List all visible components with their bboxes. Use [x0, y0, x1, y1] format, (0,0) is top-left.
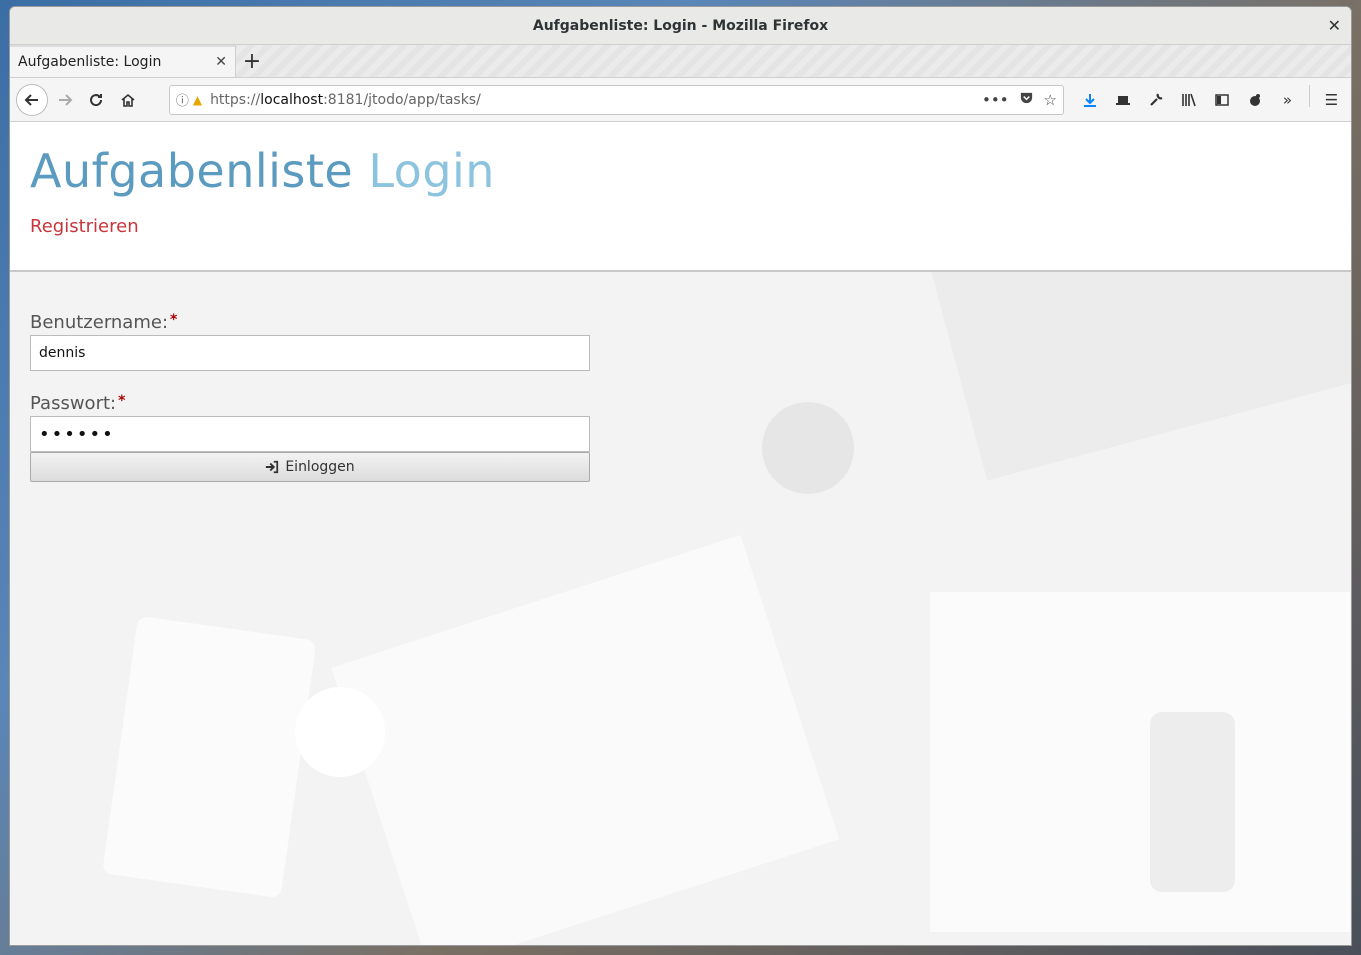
required-mark: *: [118, 393, 126, 409]
toolbar-separator: [1309, 84, 1310, 107]
page-title: Aufgabenliste Login: [30, 144, 1331, 198]
tab-bar: Aufgabenliste: Login ✕ +: [10, 45, 1351, 78]
pocket-icon[interactable]: [1019, 90, 1034, 109]
info-icon[interactable]: ⓘ: [176, 90, 189, 109]
username-label: Benutzername: *: [30, 312, 178, 333]
nav-bar: ⓘ ▲ https://localhost:8181/jtodo/app/tas…: [10, 78, 1351, 122]
downloads-icon[interactable]: [1074, 85, 1105, 115]
tab-close-icon[interactable]: ✕: [215, 54, 227, 70]
wrench-icon[interactable]: [1140, 85, 1171, 115]
back-arrow-icon: [24, 93, 38, 106]
home-icon: [121, 93, 135, 107]
page-title-accent: Login: [368, 144, 495, 198]
sign-in-icon: [266, 460, 279, 474]
overflow-chevron-icon[interactable]: »: [1272, 85, 1303, 115]
menu-hamburger-icon[interactable]: ☰: [1316, 85, 1347, 115]
required-mark: *: [170, 312, 178, 328]
browser-window: Aufgabenliste: Login - Mozilla Firefox ✕…: [9, 6, 1352, 946]
password-input[interactable]: ••••••: [30, 416, 590, 452]
register-link[interactable]: Registrieren: [30, 216, 139, 237]
bookmark-star-icon[interactable]: ☆: [1044, 91, 1057, 109]
forward-arrow-icon: [58, 93, 72, 106]
home-button[interactable]: [113, 85, 143, 115]
username-input[interactable]: dennis: [30, 335, 590, 371]
laptop-icon[interactable]: [1107, 85, 1138, 115]
reload-button[interactable]: [81, 85, 111, 115]
insecure-lock-icon[interactable]: ▲: [193, 93, 202, 107]
password-label: Passwort: *: [30, 393, 126, 414]
extension-icon[interactable]: [1239, 85, 1270, 115]
window-titlebar: Aufgabenliste: Login - Mozilla Firefox ✕: [10, 7, 1351, 45]
tab-login[interactable]: Aufgabenliste: Login ✕: [10, 45, 236, 77]
url-text[interactable]: https://localhost:8181/jtodo/app/tasks/: [210, 92, 972, 108]
new-tab-button[interactable]: +: [236, 45, 268, 77]
sidebar-icon[interactable]: [1206, 85, 1237, 115]
window-close-icon[interactable]: ✕: [1328, 16, 1341, 35]
page-actions-icon[interactable]: •••: [982, 91, 1009, 109]
library-icon[interactable]: [1173, 85, 1204, 115]
forward-button[interactable]: [50, 85, 80, 115]
login-button[interactable]: Einloggen: [30, 452, 590, 482]
url-bar[interactable]: ⓘ ▲ https://localhost:8181/jtodo/app/tas…: [168, 84, 1064, 115]
login-button-label: Einloggen: [285, 459, 355, 475]
page-content: Aufgabenliste Login Registrieren Benutze…: [10, 122, 1351, 945]
page-header: Aufgabenliste Login Registrieren: [10, 122, 1351, 272]
page-title-main: Aufgabenliste: [30, 144, 354, 198]
back-button[interactable]: [16, 83, 48, 116]
reload-icon: [90, 93, 103, 106]
window-title: Aufgabenliste: Login - Mozilla Firefox: [532, 17, 829, 34]
tab-label: Aufgabenliste: Login: [18, 54, 162, 70]
login-form: Benutzername: * dennis Passwort: * •••••• …: [30, 312, 590, 482]
